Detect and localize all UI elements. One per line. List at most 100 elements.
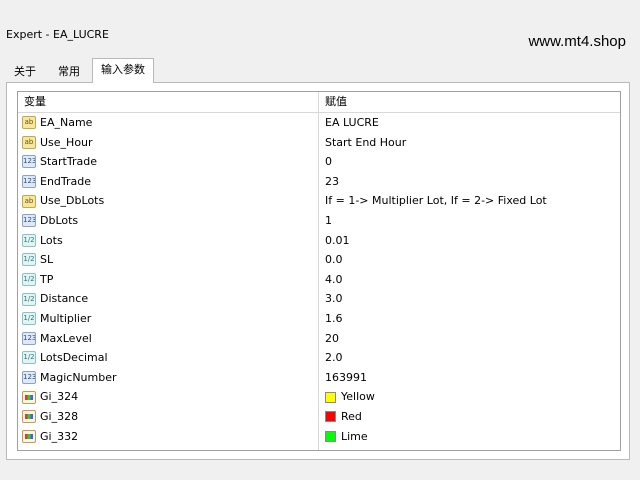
parameter-name-cell: ab Use_Hour <box>22 133 93 153</box>
parameter-value: 0 <box>325 155 332 169</box>
parameter-value-cell[interactable]: 4.0 <box>325 270 343 290</box>
parameter-value-cell[interactable]: Yellow <box>325 387 375 407</box>
table-row[interactable]: ab EA_Name EA LUCRE <box>18 113 620 133</box>
window-titlebar: Expert - EA_LUCRE www.mt4.shop <box>0 0 640 56</box>
parameter-value: 1.6 <box>325 311 343 325</box>
parameters-grid: 变量 赋值 ab EA_Name EA LUCRE ab Use_Hour Start E… <box>17 91 621 451</box>
color-swatch[interactable] <box>325 411 336 423</box>
parameter-name-cell: 123 MagicNumber <box>22 368 117 388</box>
parameter-value: Yellow <box>341 390 375 404</box>
table-row[interactable]: ab Use_DbLots If = 1-> Multiplier Lot, If … <box>18 191 620 211</box>
table-row[interactable]: Gi_328 Red <box>18 407 620 427</box>
table-row[interactable]: 1/2 LotsDecimal 2.0 <box>18 348 620 368</box>
parameter-name: Lots <box>40 233 63 247</box>
color-type-icon <box>22 429 36 443</box>
string-type-icon: ab <box>22 116 36 130</box>
table-row[interactable]: 123 MaxLevel 20 <box>18 329 620 349</box>
parameter-value: 3.0 <box>325 292 343 306</box>
parameter-value-cell[interactable]: 163991 <box>325 368 367 388</box>
parameter-value: 0.01 <box>325 233 350 247</box>
parameter-value-cell[interactable]: 3.0 <box>325 289 343 309</box>
parameter-value-cell[interactable]: 1 <box>325 211 332 231</box>
parameter-value: 1 <box>325 213 332 227</box>
parameter-name: DbLots <box>40 213 79 227</box>
tab-about[interactable]: 关于 <box>6 62 44 82</box>
inputs-panel: 变量 赋值 ab EA_Name EA LUCRE ab Use_Hour Start E… <box>6 82 630 460</box>
integer-type-icon: 123 <box>22 155 36 169</box>
table-row[interactable]: 123 StartTrade 0 <box>18 152 620 172</box>
parameter-value: 20 <box>325 331 339 345</box>
parameter-name: Use_DbLots <box>40 194 105 208</box>
parameter-name: MaxLevel <box>40 331 92 345</box>
parameter-value-cell[interactable]: 0.0 <box>325 250 343 270</box>
parameter-value-cell[interactable]: 2.0 <box>325 348 343 368</box>
table-row[interactable]: 1/2 Lots 0.01 <box>18 231 620 251</box>
parameter-name-cell: 123 MaxLevel <box>22 329 92 349</box>
parameter-name-cell: ab EA_Name <box>22 113 92 133</box>
integer-type-icon: 123 <box>22 175 36 189</box>
grid-rows: ab EA_Name EA LUCRE ab Use_Hour Start End Hou… <box>18 113 620 446</box>
tab-inputs[interactable]: 输入参数 <box>92 58 154 83</box>
double-type-icon: 1/2 <box>22 253 36 267</box>
parameter-name-cell: 1/2 Lots <box>22 231 63 251</box>
parameter-value-cell[interactable]: 0 <box>325 152 332 172</box>
table-row[interactable]: Gi_332 Lime <box>18 427 620 447</box>
parameter-name-cell: 1/2 Distance <box>22 289 88 309</box>
parameter-value-cell[interactable]: EA LUCRE <box>325 113 379 133</box>
double-type-icon: 1/2 <box>22 351 36 365</box>
column-header-value[interactable]: 赋值 <box>325 92 347 112</box>
table-row[interactable]: 1/2 Distance 3.0 <box>18 289 620 309</box>
string-type-icon: ab <box>22 135 36 149</box>
parameter-value-cell[interactable]: 1.6 <box>325 309 343 329</box>
parameter-name-cell: 123 DbLots <box>22 211 78 231</box>
parameter-name: Gi_324 <box>40 390 79 404</box>
parameter-name: Multiplier <box>40 311 92 325</box>
table-row[interactable]: 123 EndTrade 23 <box>18 172 620 192</box>
parameter-name-cell: 1/2 Multiplier <box>22 309 91 329</box>
parameter-value: 163991 <box>325 370 367 384</box>
color-swatch[interactable] <box>325 430 336 442</box>
parameter-value: Lime <box>341 429 368 443</box>
tab-common[interactable]: 常用 <box>50 62 88 82</box>
color-swatch[interactable] <box>325 391 336 403</box>
parameter-value-cell[interactable]: 0.01 <box>325 231 350 251</box>
parameter-name: EndTrade <box>40 174 92 188</box>
parameter-name: SL <box>40 253 54 267</box>
watermark-text: www.mt4.shop <box>528 33 626 50</box>
parameter-name: EA_Name <box>40 116 93 129</box>
parameter-name: StartTrade <box>40 155 97 169</box>
parameter-value-cell[interactable]: 20 <box>325 329 339 349</box>
parameter-value-cell[interactable]: Red <box>325 407 362 427</box>
parameter-value-cell[interactable]: Start End Hour <box>325 133 406 153</box>
parameter-name: Distance <box>40 292 89 306</box>
parameter-name: LotsDecimal <box>40 351 108 365</box>
table-row[interactable]: Gi_324 Yellow <box>18 387 620 407</box>
parameter-name-cell: 1/2 LotsDecimal <box>22 348 108 368</box>
parameter-value: 2.0 <box>325 351 343 365</box>
table-row[interactable]: ab Use_Hour Start End Hour <box>18 133 620 153</box>
parameter-value: 4.0 <box>325 272 343 286</box>
parameter-value: Start End Hour <box>325 135 407 149</box>
parameter-value-cell[interactable]: Lime <box>325 427 368 447</box>
parameter-value: EA LUCRE <box>325 116 379 129</box>
tab-bar: 关于 常用 输入参数 <box>4 58 636 83</box>
parameter-name-cell: 1/2 TP <box>22 270 53 290</box>
table-row[interactable]: 123 MagicNumber 163991 <box>18 368 620 388</box>
double-type-icon: 1/2 <box>22 273 36 287</box>
parameter-name-cell: Gi_332 <box>22 427 78 447</box>
parameter-value: 0.0 <box>325 253 343 267</box>
parameter-name-cell: 123 EndTrade <box>22 172 91 192</box>
table-row[interactable]: 1/2 Multiplier 1.6 <box>18 309 620 329</box>
window-title: Expert - EA_LUCRE <box>6 28 109 41</box>
table-row[interactable]: 123 DbLots 1 <box>18 211 620 231</box>
column-header-variable[interactable]: 变量 <box>24 92 46 112</box>
table-row[interactable]: 1/2 SL 0.0 <box>18 250 620 270</box>
parameter-value-cell[interactable]: If = 1-> Multiplier Lot, If = 2-> Fixed … <box>325 191 547 211</box>
parameter-name: Gi_328 <box>40 409 79 423</box>
string-type-icon: ab <box>22 194 36 208</box>
integer-type-icon: 123 <box>22 371 36 385</box>
parameter-value: If = 1-> Multiplier Lot, If = 2-> Fixed … <box>325 194 547 208</box>
double-type-icon: 1/2 <box>22 292 36 306</box>
table-row[interactable]: 1/2 TP 4.0 <box>18 270 620 290</box>
parameter-value-cell[interactable]: 23 <box>325 172 339 192</box>
